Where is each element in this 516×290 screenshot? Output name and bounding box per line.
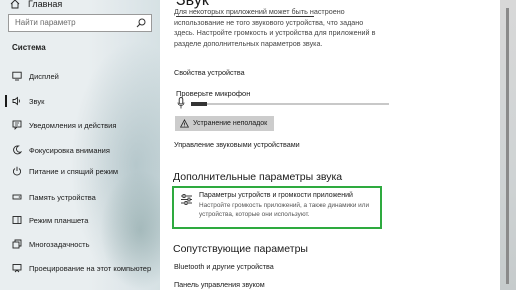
search-icon[interactable] xyxy=(136,18,146,28)
sidebar-item-label: Проецирование на этот компьютер xyxy=(29,263,152,273)
sidebar-item-label: Уведомления и действия xyxy=(29,120,117,130)
mic-level-track xyxy=(191,103,389,105)
sidebar-item-label: Режим планшета xyxy=(29,215,89,225)
speaker-icon xyxy=(12,96,20,106)
sidebar-item-storage[interactable]: Память устройства xyxy=(0,185,160,209)
sidebar-item-display[interactable]: Дисплей xyxy=(0,64,160,88)
advanced-item-title: Параметры устройств и громкости приложен… xyxy=(199,192,353,199)
sidebar-item-multitasking[interactable]: Многозадачность xyxy=(0,232,160,256)
sidebar-item-tablet-mode[interactable]: Режим планшета xyxy=(0,208,160,232)
sidebar-item-notifications[interactable]: Уведомления и действия xyxy=(0,113,160,137)
search-placeholder: Найти параметр xyxy=(15,18,76,27)
manage-sound-devices-link[interactable]: Управление звуковыми устройствами xyxy=(174,140,300,149)
sidebar-item-projecting[interactable]: Проецирование на этот компьютер xyxy=(0,256,160,280)
sidebar-item-label: Фокусировка внимания xyxy=(29,145,110,155)
projecting-icon xyxy=(12,264,22,273)
bluetooth-link[interactable]: Bluetooth и другие устройства xyxy=(174,262,274,271)
focus-assist-icon xyxy=(13,145,22,155)
advanced-item-description: Настройте громкость приложений, а также … xyxy=(199,202,370,218)
sidebar-item-label: Звук xyxy=(29,96,45,106)
advanced-sound-heading: Дополнительные параметры звука xyxy=(173,171,343,183)
home-link[interactable]: Главная xyxy=(10,0,62,10)
intro-text: Для некоторых приложений может быть наст… xyxy=(174,7,376,48)
tablet-mode-icon xyxy=(12,216,22,224)
sidebar-item-label: Память устройства xyxy=(29,192,96,202)
sidebar-item-sound[interactable]: Звук xyxy=(0,89,160,113)
troubleshoot-label: Устранение неполадок xyxy=(193,120,268,127)
sound-control-panel-link[interactable]: Панель управления звуком xyxy=(174,280,265,289)
sidebar-item-label: Многозадачность xyxy=(29,239,90,249)
selection-indicator xyxy=(5,95,7,107)
display-icon xyxy=(12,71,22,81)
microphone-icon xyxy=(177,97,185,109)
warning-icon xyxy=(180,119,189,128)
notifications-icon xyxy=(12,120,22,130)
sidebar-item-label: Питание и спящий режим xyxy=(29,166,119,176)
search-input[interactable]: Найти параметр xyxy=(8,14,152,32)
home-label: Главная xyxy=(28,0,63,9)
sidebar-item-power[interactable]: Питание и спящий режим xyxy=(0,159,160,183)
power-icon xyxy=(12,166,22,176)
sliders-icon xyxy=(181,194,192,205)
mic-test-label: Проверьте микрофон xyxy=(176,89,251,98)
home-icon xyxy=(10,0,20,9)
related-settings-heading: Сопутствующие параметры xyxy=(173,243,308,255)
device-properties-link[interactable]: Свойства устройства xyxy=(174,68,245,77)
storage-icon xyxy=(12,194,22,200)
mic-level-meter xyxy=(191,102,207,106)
troubleshoot-button[interactable]: Устранение неполадок xyxy=(175,116,274,131)
multitasking-icon xyxy=(12,239,22,249)
app-volume-device-preferences[interactable]: Параметры устройств и громкости приложен… xyxy=(172,186,382,229)
scrollbar-thumb[interactable] xyxy=(506,8,509,284)
sidebar-item-label: Дисплей xyxy=(29,71,59,81)
section-title: Система xyxy=(12,43,46,52)
sidebar: Главная Найти параметр Система Дисплей З… xyxy=(0,0,160,290)
